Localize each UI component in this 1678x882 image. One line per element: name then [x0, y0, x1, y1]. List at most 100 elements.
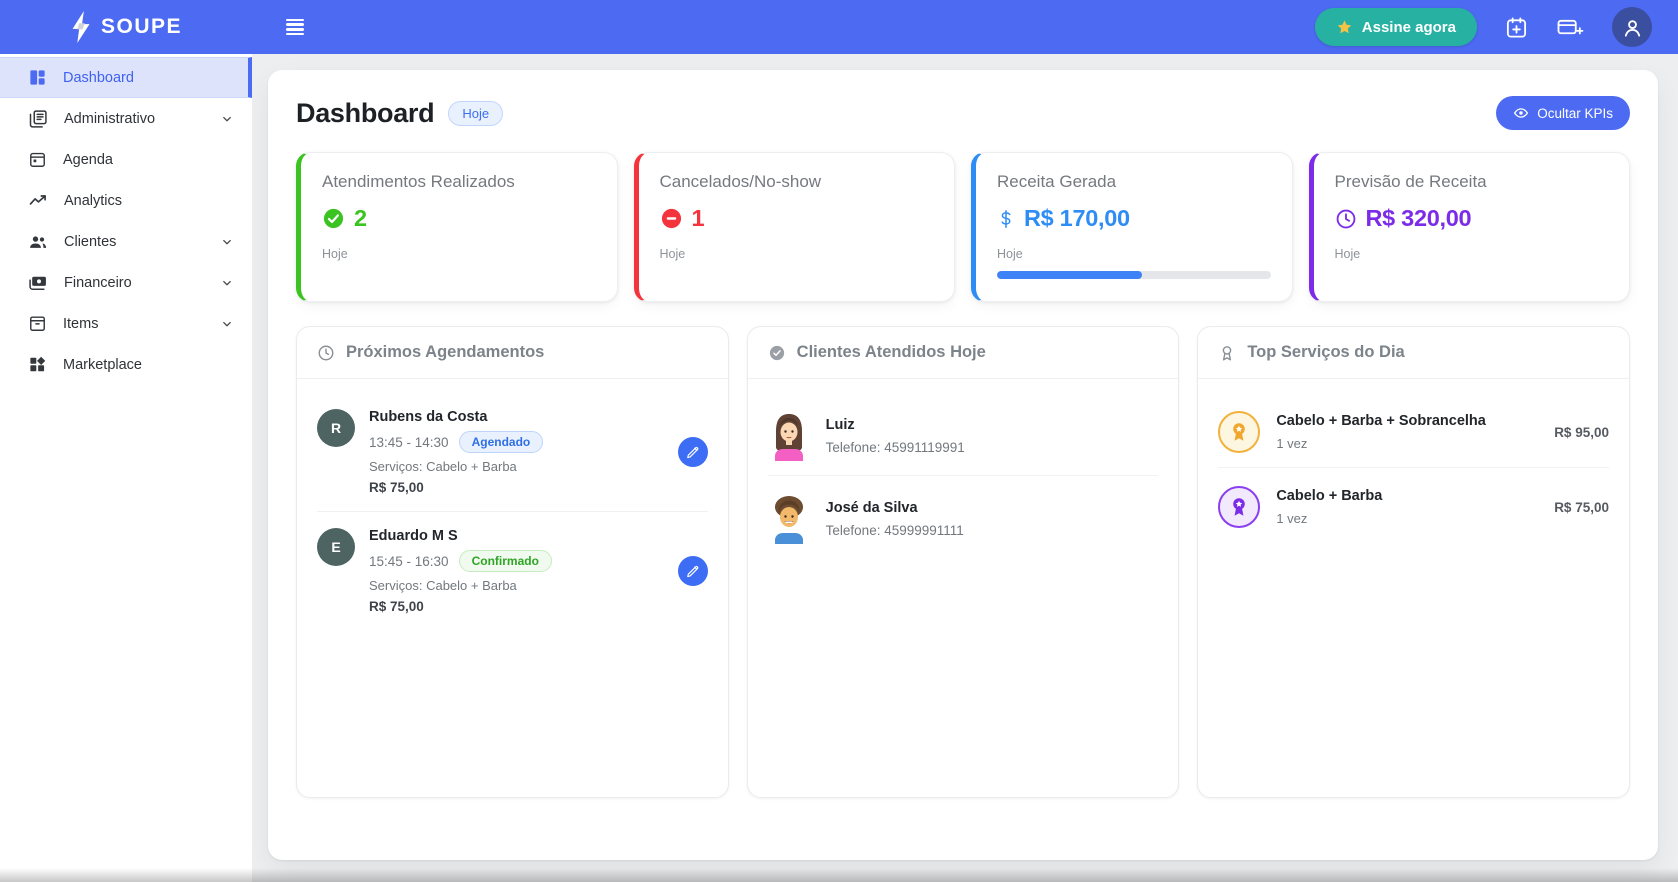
hide-kpis-button[interactable]: Ocultar KPIs — [1496, 96, 1630, 130]
panel-title: Próximos Agendamentos — [346, 343, 545, 361]
client-avatar — [768, 411, 810, 461]
card-add-button[interactable] — [1556, 16, 1584, 39]
brand-name: SOUPE — [100, 15, 183, 38]
appointment-time: 15:45 - 16:30 — [369, 553, 449, 569]
edit-appointment-button[interactable] — [677, 556, 708, 586]
sidebar-item-label: Financeiro — [64, 274, 132, 291]
appointment-services: Serviços: Cabelo + Barba — [369, 459, 517, 474]
sidebar-toggle-button[interactable] — [280, 13, 310, 42]
appointment-time: 13:45 - 14:30 — [369, 434, 449, 450]
panel-header: Clientes Atendidos Hoje — [747, 327, 1179, 379]
kpi-title: Atendimentos Realizados — [322, 172, 515, 191]
kpi-card-receita: Receita Gerada R$ 170,00 Hoje — [971, 152, 1293, 302]
check-circle-icon — [322, 207, 345, 230]
panel-clientes-atendidos: Clientes Atendidos Hoje Luiz Telefone: 4… — [746, 326, 1180, 798]
medal-icon — [1218, 344, 1236, 362]
kpi-period: Hoje — [1334, 247, 1361, 261]
user-avatar[interactable] — [1612, 7, 1652, 47]
sidebar-item-label: Analytics — [64, 192, 123, 209]
chevron-down-icon — [220, 112, 234, 126]
divider — [317, 511, 708, 512]
brand: SOUPE — [0, 11, 252, 43]
avatar: E — [317, 528, 355, 566]
period-badge: Hoje — [448, 100, 504, 126]
kpi-value: 2 — [354, 205, 367, 231]
panel-body: Cabelo + Barba + Sobrancelha 1 vez R$ 95… — [1198, 379, 1629, 562]
money-icon — [28, 273, 48, 293]
client-row: Luiz Telefone: 45991119991 — [768, 409, 1159, 475]
page-header: Dashboard Hoje Ocultar KPIs — [296, 96, 1630, 130]
top-header: SOUPE Assine agora — [0, 0, 1678, 54]
documents-icon — [28, 109, 48, 129]
clock-icon — [317, 344, 335, 362]
service-price: R$ 75,00 — [1554, 499, 1609, 515]
avatar: R — [317, 409, 355, 447]
panel-grid: Próximos Agendamentos R Rubens da Costa … — [296, 326, 1630, 798]
chevron-down-icon — [220, 276, 234, 290]
panel-body: Luiz Telefone: 45991119991 José da Silva… — [748, 379, 1179, 578]
kpi-value: R$ 170,00 — [1024, 205, 1130, 231]
sidebar-item-administrativo[interactable]: Administrativo — [0, 98, 252, 139]
sidebar: Dashboard Administrativo Agenda Analytic… — [0, 54, 252, 882]
sidebar-item-analytics[interactable]: Analytics — [0, 180, 252, 221]
sidebar-item-label: Administrativo — [64, 110, 156, 127]
eye-icon — [1513, 105, 1529, 121]
kpi-card-cancelados: Cancelados/No-show 1 Hoje — [633, 152, 955, 302]
kpi-period: Hoje — [322, 247, 348, 261]
appointment-client-name: Eduardo M S — [369, 528, 458, 544]
appointment-price: R$ 75,00 — [369, 480, 424, 495]
check-circle-icon — [768, 344, 786, 362]
status-badge: Confirmado — [458, 550, 552, 572]
sidebar-item-label: Clientes — [64, 233, 117, 250]
divider — [1218, 467, 1609, 468]
panel-header: Top Serviços do Dia — [1198, 327, 1629, 379]
sidebar-item-label: Marketplace — [63, 356, 142, 373]
dashboard-icon — [28, 68, 47, 87]
subscribe-label: Assine agora — [1361, 18, 1456, 36]
service-price: R$ 95,00 — [1554, 424, 1609, 440]
clock-icon — [1335, 208, 1357, 230]
calendar-add-button[interactable] — [1505, 16, 1528, 39]
service-row: Cabelo + Barba 1 vez R$ 75,00 — [1218, 484, 1609, 542]
chevron-down-icon — [220, 317, 234, 331]
dashboard-container: Dashboard Hoje Ocultar KPIs Atendimentos… — [268, 70, 1658, 860]
status-badge: Agendado — [458, 431, 544, 453]
appointment-services: Serviços: Cabelo + Barba — [369, 578, 517, 593]
edit-appointment-button[interactable] — [677, 437, 708, 467]
hide-kpis-label: Ocultar KPIs — [1537, 105, 1613, 121]
page-title: Dashboard — [296, 97, 435, 128]
service-name: Cabelo + Barba — [1276, 488, 1383, 504]
panel-body: R Rubens da Costa 13:45 - 14:30 Agendado… — [297, 379, 728, 634]
appointment-client-name: Rubens da Costa — [369, 409, 488, 425]
pencil-icon — [686, 564, 700, 578]
panel-title: Top Serviços do Dia — [1247, 343, 1405, 361]
subscribe-button[interactable]: Assine agora — [1314, 8, 1477, 46]
calendar-icon — [28, 150, 47, 169]
sidebar-item-label: Dashboard — [63, 69, 134, 86]
soupe-logo-icon — [70, 11, 94, 43]
sidebar-item-items[interactable]: Items — [0, 303, 252, 344]
sidebar-item-clientes[interactable]: Clientes — [0, 221, 252, 262]
revenue-progress-bar — [997, 271, 1271, 279]
sidebar-item-dashboard[interactable]: Dashboard — [0, 57, 252, 98]
service-count: 1 vez — [1276, 436, 1308, 451]
kpi-card-previsao: Previsão de Receita R$ 320,00 Hoje — [1308, 152, 1630, 302]
kpi-title: Receita Gerada — [997, 172, 1117, 191]
sidebar-item-label: Agenda — [63, 151, 113, 168]
appointment-price: R$ 75,00 — [369, 599, 424, 614]
sidebar-item-marketplace[interactable]: Marketplace — [0, 344, 252, 385]
main-area: Dashboard Hoje Ocultar KPIs Atendimentos… — [252, 54, 1678, 882]
client-name: Luiz — [825, 417, 855, 433]
gold-medal-icon — [1218, 411, 1261, 453]
panel-title: Clientes Atendidos Hoje — [796, 343, 986, 361]
box-icon — [28, 314, 47, 333]
kpi-grid: Atendimentos Realizados 2 Hoje Cancelado… — [296, 152, 1630, 302]
purple-medal-icon — [1218, 486, 1261, 528]
panel-proximos-agendamentos: Próximos Agendamentos R Rubens da Costa … — [296, 326, 729, 798]
kpi-title: Previsão de Receita — [1334, 172, 1487, 191]
person-icon — [1621, 16, 1644, 39]
sidebar-item-financeiro[interactable]: Financeiro — [0, 262, 252, 303]
kpi-value: R$ 320,00 — [1365, 205, 1472, 231]
sidebar-item-agenda[interactable]: Agenda — [0, 139, 252, 180]
trend-line-icon — [28, 191, 48, 211]
